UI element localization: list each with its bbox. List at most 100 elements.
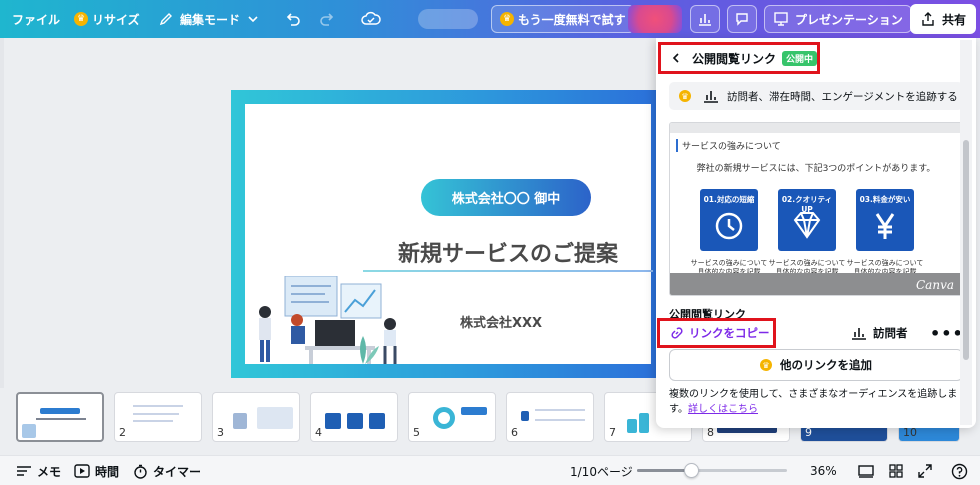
thumb-mark	[627, 419, 637, 433]
timer-icon	[134, 464, 147, 479]
slide-title: 新規サービスのご提案	[397, 242, 618, 267]
diamond-icon	[793, 212, 821, 239]
preview-topbar	[670, 123, 962, 133]
thumbnail-page-3[interactable]: 3	[212, 392, 300, 442]
grid-view-button[interactable]	[889, 456, 903, 485]
bar-chart-icon	[699, 14, 711, 26]
thumbnail-page-4[interactable]: 4	[310, 392, 398, 442]
timing-button[interactable]: 時間	[74, 456, 119, 485]
thumb-mark	[36, 418, 86, 420]
page-view-button[interactable]	[858, 456, 874, 485]
cloud-check-icon	[361, 11, 381, 25]
crown-icon: ♛	[760, 359, 772, 371]
play-icon	[74, 464, 90, 478]
slide-title-underline	[363, 270, 653, 272]
crown-icon: ♛	[74, 12, 88, 26]
fullscreen-button[interactable]	[918, 456, 932, 485]
thumb-mark	[233, 413, 247, 429]
thumbnail-page-2[interactable]: 2	[114, 392, 202, 442]
preview-desc-line: サービスの強みについて	[846, 259, 924, 267]
file-menu[interactable]: ファイル	[12, 0, 60, 38]
share-upload-icon	[922, 12, 934, 26]
edit-mode-dropdown[interactable]: 編集モード	[158, 0, 260, 38]
present-button[interactable]: プレゼンテーション	[764, 5, 912, 33]
resize-label: リサイズ	[92, 12, 140, 27]
timing-label: 時間	[95, 464, 120, 479]
thumbnail-number: 2	[119, 426, 126, 439]
add-link-button[interactable]: ♛ 他のリンクを追加	[669, 349, 963, 381]
cloud-save-status[interactable]	[361, 0, 381, 38]
thumbnail-page-1[interactable]	[16, 392, 104, 442]
preview-heading: サービスの強みについて	[676, 139, 781, 152]
thumb-mark	[433, 407, 455, 429]
comment-button[interactable]	[727, 5, 757, 33]
panel-scrollbar[interactable]	[960, 40, 972, 425]
zoom-level[interactable]: 36%	[810, 456, 837, 485]
timer-button[interactable]: タイマー	[133, 456, 201, 485]
copy-link-button[interactable]: リンクをコピー	[657, 318, 776, 348]
resize-button[interactable]: ♛ リサイズ	[74, 0, 140, 38]
preview-card-2: 02.クオリティUP	[778, 189, 836, 251]
thumb-mark	[461, 407, 487, 415]
redo-button[interactable]	[318, 0, 336, 38]
free-trial-button[interactable]: ♛ もう一度無料で試す	[491, 5, 635, 33]
thumbnail-number: 4	[315, 426, 322, 439]
design-preview: サービスの強みについて 弊社の新規サービスには、下記3つのポイントがあります。 …	[669, 122, 963, 296]
thumbnail-number: 3	[217, 426, 224, 439]
back-arrow-icon[interactable]	[670, 52, 682, 64]
thumb-mark	[535, 409, 585, 411]
track-visitors-button[interactable]: ♛ 訪問者、滞在時間、エンゲージメントを追跡する	[669, 82, 963, 110]
thumbnail-page-5[interactable]: 5	[408, 392, 496, 442]
chevron-down-icon	[248, 16, 258, 23]
visitors-button[interactable]: 訪問者	[851, 318, 908, 348]
redo-icon	[320, 13, 334, 26]
share-button[interactable]: 共有	[910, 4, 977, 34]
panel-title: 公開閲覧リンク	[692, 51, 777, 66]
more-options-button[interactable]: •••	[930, 318, 964, 348]
thumb-mark	[40, 408, 80, 414]
help-icon	[951, 463, 968, 479]
left-edge	[0, 38, 4, 388]
add-link-label: 他のリンクを追加	[780, 358, 872, 372]
blurred-element	[418, 9, 478, 29]
track-visitors-label: 訪問者、滞在時間、エンゲージメントを追跡する	[727, 90, 958, 103]
office-illustration	[259, 276, 397, 364]
thumb-mark	[133, 413, 179, 415]
preview-card-label: 03.料金が安い	[859, 195, 911, 204]
zoom-slider[interactable]	[637, 463, 787, 478]
present-label: プレゼンテーション	[795, 12, 903, 27]
notes-label: メモ	[37, 464, 62, 479]
preview-card-label: 01.対応の短縮	[703, 195, 755, 204]
slide-presenter: 株式会社XXX	[460, 316, 543, 331]
status-badge: 公開中	[782, 50, 818, 66]
notes-button[interactable]: メモ	[16, 456, 61, 485]
learn-more-link[interactable]: 詳しくはこちら	[688, 404, 758, 415]
presentation-icon	[774, 12, 788, 26]
pencil-icon	[159, 13, 172, 26]
zoom-slider-handle[interactable]	[684, 463, 699, 478]
thumbnail-page-6[interactable]: 6	[506, 392, 594, 442]
thumb-mark	[133, 420, 173, 422]
yen-icon	[875, 213, 895, 239]
avatar[interactable]	[628, 5, 682, 33]
slide-canvas[interactable]: 株式会社〇〇 御中 新規サービスのご提案 株式会社XXX	[231, 90, 665, 378]
grid-icon	[889, 464, 903, 478]
edit-mode-label: 編集モード	[180, 12, 241, 27]
preview-desc-line: サービスの強みについて	[768, 259, 846, 267]
preview-card-1: 01.対応の短縮	[700, 189, 758, 251]
undo-button[interactable]	[284, 0, 302, 38]
help-button[interactable]	[951, 456, 968, 485]
page-indicator: 1/10ページ	[570, 464, 633, 479]
insights-button[interactable]	[690, 5, 720, 33]
thumb-mark	[535, 419, 585, 421]
preview-card-3: 03.料金が安い	[856, 189, 914, 251]
thumbnail-number: 6	[511, 426, 518, 439]
bar-chart-icon	[852, 328, 866, 340]
scrollbar-thumb[interactable]	[963, 140, 969, 360]
thumb-mark	[639, 413, 649, 433]
thumb-mark	[22, 424, 36, 438]
timer-label: タイマー	[153, 464, 202, 479]
thumbnail-number: 7	[609, 426, 616, 439]
thumb-mark	[325, 413, 341, 429]
zoom-slider-fill	[637, 469, 691, 472]
